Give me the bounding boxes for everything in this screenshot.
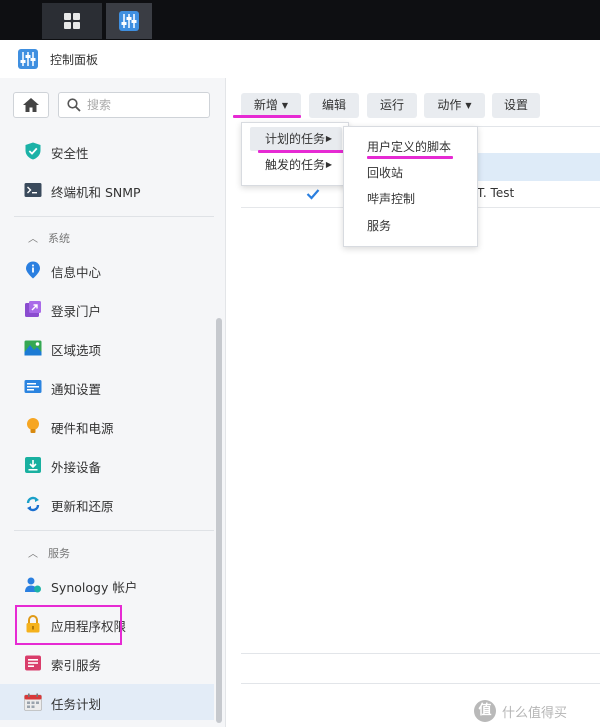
control-panel-taskbar-button[interactable] [106,3,152,39]
sidebar-item-security[interactable]: 安全性 [0,133,214,169]
sidebar-item-label: 更新和还原 [51,499,114,514]
search-input[interactable] [87,96,205,114]
sidebar-item-update-restore[interactable]: 更新和还原 [0,486,214,522]
login-portal-icon [25,301,41,317]
sidebar-item-external-devices[interactable]: 外接设备 [0,447,214,483]
update-icon [26,496,40,512]
sidebar-item-label: 登录门户 [51,304,102,319]
sidebar-item-label: 终端机和 SNMP [51,185,141,200]
search-box[interactable] [58,92,210,118]
home-button[interactable] [13,92,49,118]
index-icon [25,655,41,671]
sidebar-item-label: 任务计划 [51,697,102,712]
menu-item-scheduled-task[interactable]: 计划的任务 ▶ [250,127,342,151]
settings-button[interactable]: 设置 [492,93,540,118]
annotation-underline [258,150,344,153]
sidebar-item-label: 索引服务 [51,658,102,673]
sidebar-item-synology-account[interactable]: Synology 帐户 [0,567,214,603]
divider [14,530,214,531]
grid-footer-border [241,683,600,684]
section-header-services[interactable]: ︿ 服务 [28,545,70,561]
menu-item-service[interactable]: 服务 [352,214,470,238]
search-icon [67,98,81,112]
sidebar-item-task-scheduler[interactable]: 任务计划 [0,684,214,720]
home-icon [23,98,39,112]
caret-right-icon: ▶ [325,160,332,169]
bulb-icon [27,418,39,433]
control-panel-icon [119,11,139,31]
sidebar-item-login-portal[interactable]: 登录门户 [0,291,214,327]
action-button[interactable]: 动作 ▼ [424,93,485,118]
sidebar-item-label: Synology 帐户 [51,580,138,595]
sidebar-item-terminal-snmp[interactable]: 终端机和 SNMP [0,172,214,208]
notification-icon [24,380,42,393]
shield-icon [25,142,41,160]
sidebar-item-label: 信息中心 [51,265,102,280]
chevron-up-icon: ︿ [28,549,38,560]
caret-right-icon: ▶ [325,134,332,143]
create-dropdown-menu: 计划的任务 ▶ 触发的任务 ▶ [241,122,349,186]
sidebar-scrollbar[interactable] [216,318,222,723]
calendar-icon [24,693,42,711]
task-name-cell: T. Test [477,186,515,200]
sidebar-item-label: 通知设置 [51,382,102,397]
caret-down-icon: ▼ [281,101,289,110]
annotation-underline [233,115,301,118]
sidebar-item-label: 安全性 [51,146,89,161]
sidebar-item-notification[interactable]: 通知设置 [0,369,214,405]
sidebar-item-label: 硬件和电源 [51,421,114,436]
external-device-icon [25,457,41,473]
taskbar [0,0,600,40]
scheduled-task-submenu: 用户定义的脚本 回收站 哔声控制 服务 [343,126,478,247]
control-panel-icon [18,49,38,69]
sidebar-item-indexing-service[interactable]: 索引服务 [0,645,214,681]
grid-icon [64,13,80,29]
main-menu-button[interactable] [42,3,102,39]
annotation-underline [367,156,453,159]
run-button[interactable]: 运行 [367,93,417,118]
watermark-logo: 值 [474,700,496,722]
sidebar-item-label: 区域选项 [51,343,102,358]
section-header-system[interactable]: ︿ 系统 [28,230,70,246]
menu-item-beep-control[interactable]: 哔声控制 [352,187,470,211]
chevron-up-icon: ︿ [28,234,38,245]
caret-down-icon: ▼ [465,101,472,110]
annotation-highlight-box [15,605,122,645]
menu-item-triggered-task[interactable]: 触发的任务 ▶ [250,153,342,177]
watermark-text: 什么值得买 [502,706,568,721]
menu-item-recycle-bin[interactable]: 回收站 [352,161,470,185]
window-header: 控制面板 [0,40,600,78]
edit-button[interactable]: 编辑 [309,93,359,118]
grid-footer-border [241,653,600,654]
info-icon [26,261,40,279]
divider [14,216,214,217]
sidebar-item-regional-options[interactable]: 区域选项 [0,330,214,366]
terminal-icon [24,183,42,197]
account-icon [25,577,41,593]
sidebar-item-hardware-power[interactable]: 硬件和电源 [0,408,214,444]
sidebar-item-info-center[interactable]: 信息中心 [0,252,214,288]
region-icon [24,340,42,356]
checkmark-icon[interactable] [306,187,320,201]
window-title: 控制面板 [50,53,99,67]
sidebar-item-label: 外接设备 [51,460,102,475]
